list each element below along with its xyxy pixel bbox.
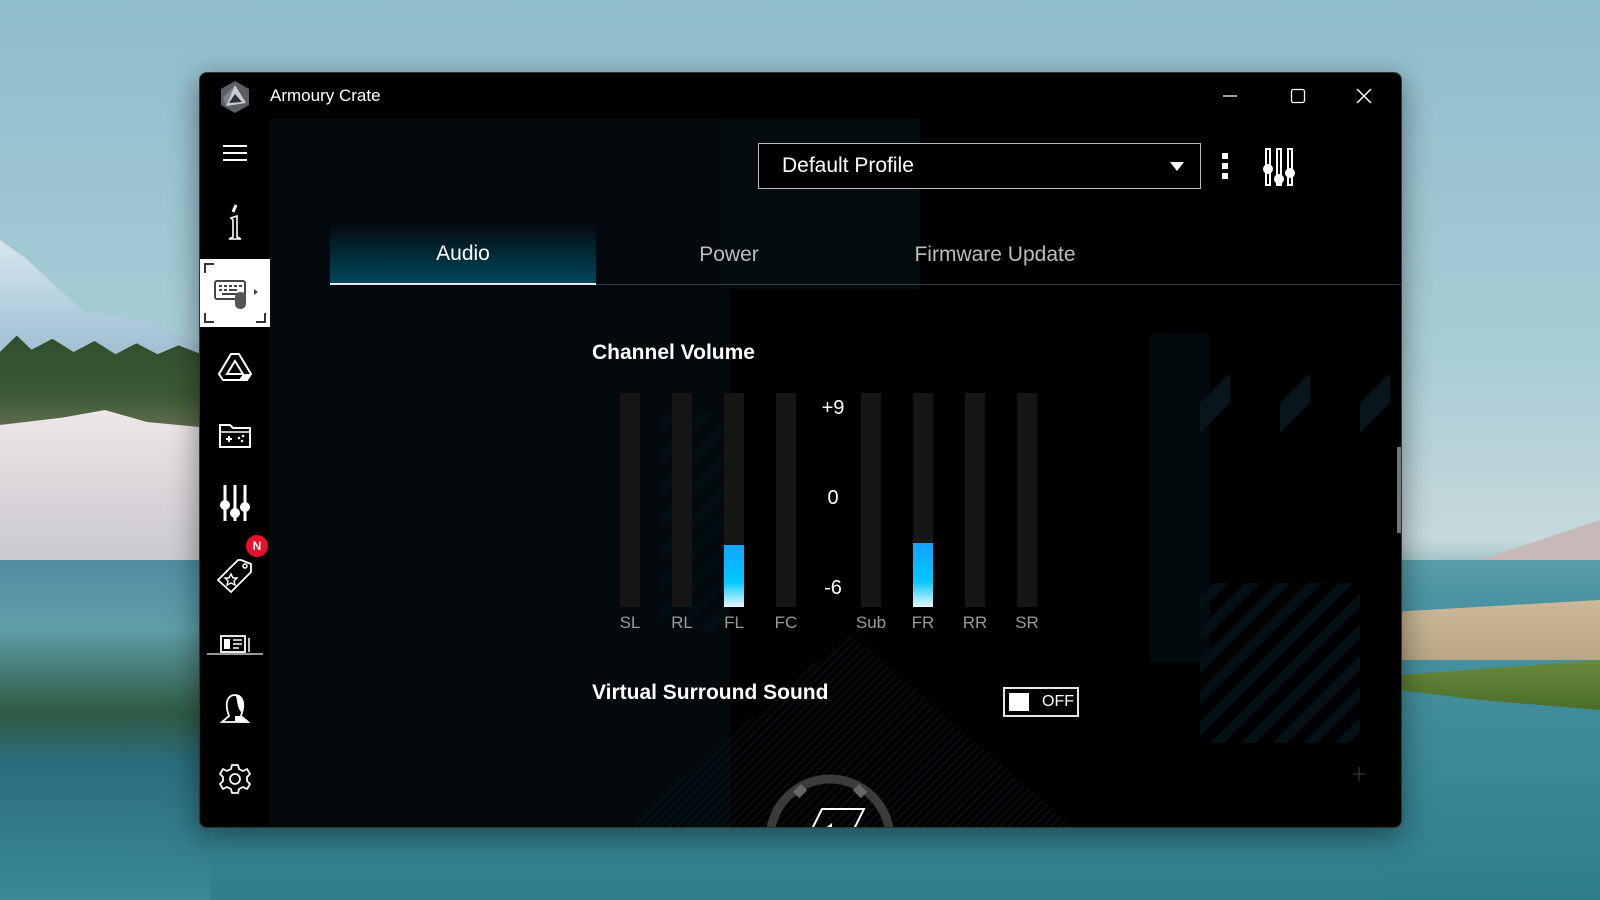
channel-meter-sr[interactable]	[1017, 393, 1037, 607]
channel-label: FL	[724, 613, 744, 632]
channel-label: SL	[619, 613, 641, 632]
wallpaper-hill	[1480, 520, 1600, 560]
dot	[1222, 153, 1228, 159]
profile-dropdown[interactable]: Default Profile	[758, 143, 1201, 189]
dot	[1222, 163, 1228, 169]
more-options-button[interactable]	[1215, 149, 1235, 183]
sidebar: N	[200, 119, 270, 827]
channel-volume-meters: +9 0 -6 SL RL FL FC Sub FR RR SR	[620, 393, 1040, 643]
surround-speaker-graphic	[766, 774, 894, 827]
toggle-state-label: OFF	[1042, 693, 1074, 710]
corner-bracket	[204, 263, 214, 273]
armoury-crate-logo-icon	[221, 81, 249, 113]
channel-meter-fr[interactable]	[913, 393, 933, 607]
hamburger-menu-icon	[223, 145, 247, 161]
wallpaper-lake-left	[0, 560, 210, 900]
sidebar-item-deals[interactable]: N	[200, 535, 270, 607]
game-folder-icon	[219, 424, 251, 448]
tab-audio[interactable]: Audio	[330, 225, 596, 285]
corner-bracket	[256, 313, 266, 323]
sidebar-item-devices[interactable]	[200, 259, 270, 327]
scale-max-label: +9	[821, 397, 845, 419]
sliders-icon	[220, 485, 250, 521]
wallpaper-snow	[0, 410, 210, 560]
channel-meter-sl[interactable]	[620, 393, 640, 607]
user-icon	[219, 694, 251, 723]
chevron-down-icon	[1170, 162, 1184, 171]
new-badge: N	[246, 535, 268, 557]
virtual-surround-title: Virtual Surround Sound	[592, 681, 829, 704]
channel-meter-fl[interactable]	[724, 393, 744, 607]
channel-meter-rl[interactable]	[672, 393, 692, 607]
gear-icon	[219, 764, 251, 794]
sliders-icon	[1263, 148, 1295, 186]
channel-meter-sub[interactable]	[861, 393, 881, 607]
sidebar-item-news[interactable]	[200, 611, 270, 675]
info-icon	[228, 204, 242, 240]
sidebar-item-game-library[interactable]	[200, 403, 270, 467]
sidebar-menu-button[interactable]	[200, 121, 270, 185]
maximize-button[interactable]	[1275, 81, 1321, 111]
sidebar-item-aura-sync[interactable]	[200, 335, 270, 399]
channel-volume-title: Channel Volume	[592, 341, 755, 364]
tab-power[interactable]: Power	[596, 225, 862, 285]
equalizer-button[interactable]	[1262, 147, 1296, 187]
toggle-knob	[1009, 693, 1029, 711]
tab-firmware-update[interactable]: Firmware Update	[862, 225, 1128, 285]
keyboard-mouse-icon	[214, 280, 258, 309]
channel-label: FC	[774, 613, 798, 632]
aura-triangle-icon	[217, 353, 253, 381]
channel-label: SR	[1015, 613, 1039, 632]
channel-meter-fc[interactable]	[776, 393, 796, 607]
minimize-button[interactable]	[1207, 81, 1253, 111]
scale-mid-label: 0	[827, 487, 839, 509]
dot	[1222, 173, 1228, 179]
minimize-icon	[1223, 95, 1237, 97]
channel-meter-rr[interactable]	[965, 393, 985, 607]
close-button[interactable]	[1341, 81, 1387, 111]
channel-label: FR	[911, 613, 935, 632]
app-title: Armoury Crate	[270, 86, 381, 105]
app-window: Armoury Crate N Default Profile Audio Po…	[199, 72, 1402, 828]
channel-meter-fill	[724, 544, 744, 607]
virtual-surround-toggle[interactable]: OFF	[1003, 687, 1079, 717]
profile-dropdown-value: Default Profile	[782, 154, 914, 177]
tag-star-icon	[216, 559, 252, 594]
news-icon	[207, 635, 263, 655]
channel-meter-fill	[913, 542, 933, 607]
close-icon	[1356, 88, 1372, 104]
channel-label: Sub	[855, 613, 887, 632]
channel-label: RR	[962, 613, 988, 632]
sidebar-item-settings[interactable]	[200, 747, 270, 811]
title-bar: Armoury Crate	[200, 73, 1401, 119]
tab-bar: Audio Power Firmware Update	[330, 225, 1401, 285]
maximize-icon	[1290, 88, 1306, 104]
scrollbar-thumb[interactable]	[1397, 447, 1401, 533]
sidebar-item-system-info[interactable]	[200, 191, 270, 255]
corner-bracket	[204, 313, 214, 323]
sidebar-item-scenario-profiles[interactable]	[200, 471, 270, 535]
scale-min-label: -6	[824, 577, 842, 599]
sidebar-item-user-center[interactable]	[200, 677, 270, 741]
channel-label: RL	[671, 613, 693, 632]
resize-grip-icon	[1353, 767, 1365, 781]
